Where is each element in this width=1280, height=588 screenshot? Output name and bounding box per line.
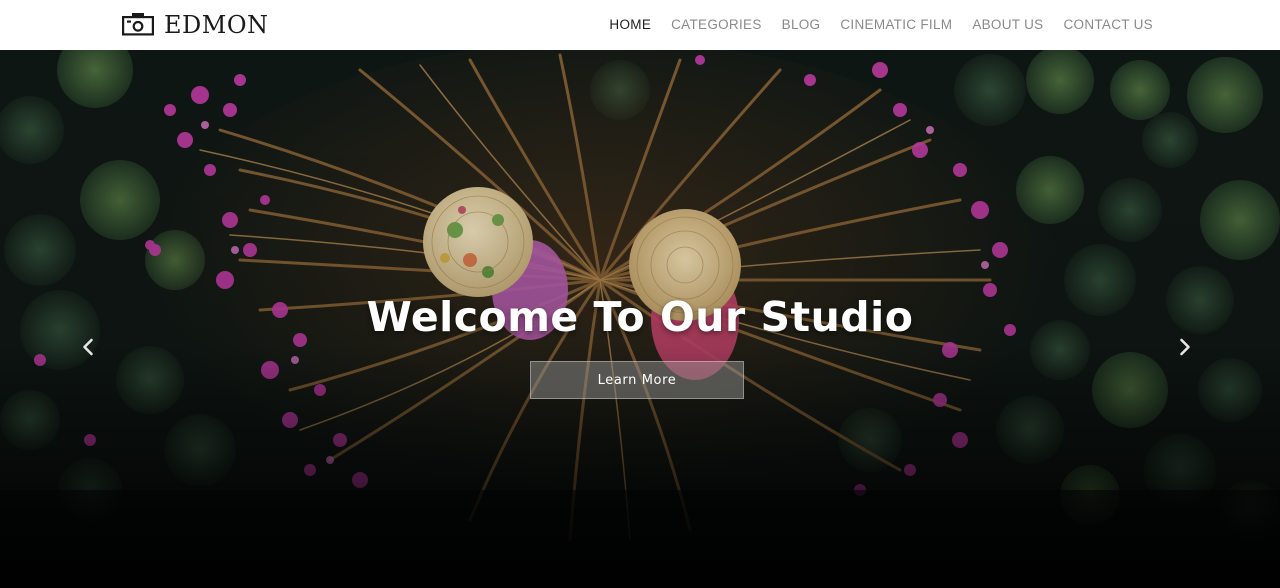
- nav-blog[interactable]: BLOG: [782, 0, 821, 50]
- nav-about-us[interactable]: ABOUT US: [972, 0, 1043, 50]
- camera-icon: [122, 13, 154, 36]
- nav-categories[interactable]: CATEGORIES: [671, 0, 762, 50]
- logo-text: EDMON: [164, 11, 269, 39]
- hero-title: Welcome To Our Studio: [366, 293, 914, 341]
- chevron-right-icon: [1180, 338, 1190, 356]
- nav-contact-us[interactable]: CONTACT US: [1063, 0, 1153, 50]
- nav-home[interactable]: HOME: [609, 0, 651, 50]
- chevron-left-icon: [83, 338, 93, 356]
- site-header: EDMON HOME CATEGORIES BLOG CINEMATIC FIL…: [0, 0, 1280, 50]
- main-nav: HOME CATEGORIES BLOG CINEMATIC FILM ABOU…: [609, 0, 1153, 50]
- learn-more-button[interactable]: Learn More: [530, 361, 744, 399]
- nav-cinematic-film[interactable]: CINEMATIC FILM: [840, 0, 952, 50]
- slider-prev-button[interactable]: [76, 333, 100, 361]
- site-logo[interactable]: EDMON: [121, 10, 269, 40]
- hero-slider: Welcome To Our Studio Learn More: [0, 50, 1280, 588]
- slider-next-button[interactable]: [1173, 333, 1197, 361]
